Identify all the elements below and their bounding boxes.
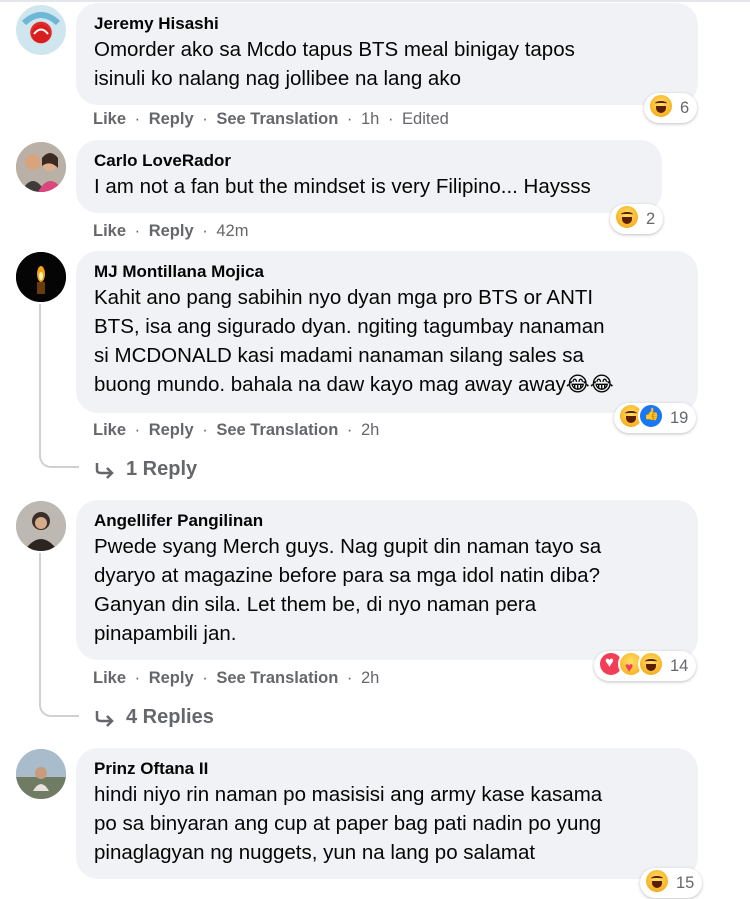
reply-arrow-icon bbox=[95, 710, 114, 727]
reaction-count: 6 bbox=[680, 98, 690, 117]
edited-label: Edited bbox=[402, 110, 449, 128]
like-button[interactable]: Like bbox=[93, 421, 126, 439]
thread-line bbox=[39, 304, 41, 454]
comment-bubble: Carlo LoveRador I am not a fan but the m… bbox=[76, 140, 662, 213]
comment-bubble: Angellifer Pangilinan Pwede syang Merch … bbox=[76, 500, 698, 660]
timestamp[interactable]: 2h bbox=[361, 669, 379, 687]
comment-line: Kahit ano pang sabihin nyo dyan mga pro … bbox=[94, 286, 594, 309]
top-divider bbox=[0, 0, 750, 2]
thread-connector bbox=[39, 454, 79, 468]
see-translation-button[interactable]: See Translation bbox=[216, 110, 338, 128]
comment-bubble: Jeremy Hisashi Omorder ako sa Mcdo tapus… bbox=[76, 3, 698, 105]
avatar[interactable] bbox=[16, 252, 66, 302]
avatar-image bbox=[16, 142, 66, 192]
comment-text: I am not a fan but the mindset is very F… bbox=[94, 172, 644, 201]
comment-bubble: Prinz Oftana II hindi niyo rin naman po … bbox=[76, 748, 698, 879]
replies-label: 4 Replies bbox=[126, 706, 214, 728]
view-replies-link[interactable]: 1 Reply bbox=[94, 458, 197, 481]
avatar[interactable] bbox=[16, 5, 66, 55]
separator: · bbox=[134, 110, 141, 128]
commenter-name[interactable]: MJ Montillana Mojica bbox=[94, 261, 680, 283]
comment-text: Kahit ano pang sabihin nyo dyan mga pro … bbox=[94, 283, 680, 399]
haha-reaction-icon bbox=[644, 867, 670, 894]
reaction-count: 2 bbox=[646, 209, 656, 228]
separator: · bbox=[202, 110, 208, 128]
haha-reaction-icon bbox=[638, 650, 664, 677]
comment-line: si MCDONALD kasi madami nanaman silang s… bbox=[94, 344, 584, 367]
comment-text: Omorder ako sa Mcdo tapus BTS meal binig… bbox=[94, 35, 680, 93]
see-translation-button[interactable]: See Translation bbox=[216, 421, 338, 439]
reaction-count: 19 bbox=[670, 408, 689, 427]
haha-reaction-icon bbox=[614, 203, 640, 230]
avatar-image bbox=[16, 749, 66, 799]
replies-label: 1 Reply bbox=[126, 458, 198, 480]
reaction-summary[interactable]: 15 bbox=[640, 867, 703, 898]
reaction-count: 14 bbox=[670, 656, 689, 675]
comment-actions: Like · Reply · 42m bbox=[93, 221, 248, 241]
comment-actions: Like · Reply · See Translation · 2h bbox=[93, 420, 379, 440]
comment-line: Ganyan din sila. Let them be, di nyo nam… bbox=[94, 593, 537, 616]
avatar-image bbox=[21, 12, 61, 43]
commenter-name[interactable]: Prinz Oftana II bbox=[94, 758, 680, 780]
comment-line: I am not a fan but the mindset is very F… bbox=[94, 175, 591, 198]
timestamp[interactable]: 2h bbox=[361, 421, 379, 439]
separator: · bbox=[387, 110, 394, 128]
comment-line: Pwede syang Merch guys. Nag gupit din na… bbox=[94, 535, 602, 558]
reply-button[interactable]: Reply bbox=[149, 110, 194, 128]
comment-line: isinuli ko nalang nag jollibee na lang a… bbox=[94, 67, 461, 90]
thread-line bbox=[39, 553, 41, 703]
like-button[interactable]: Like bbox=[93, 222, 126, 240]
avatar-image bbox=[16, 501, 66, 551]
comment-line: pinaglagyan ng nuggets, yun na lang po s… bbox=[94, 841, 536, 864]
avatar[interactable] bbox=[16, 142, 66, 192]
reaction-summary[interactable]: 2 bbox=[610, 203, 664, 234]
comment-line: po sa binyaran ang cup at paper bag pati… bbox=[94, 812, 602, 835]
reaction-summary[interactable]: 19 bbox=[614, 402, 697, 433]
haha-reaction-icon bbox=[648, 92, 674, 119]
timestamp[interactable]: 1h bbox=[361, 110, 379, 128]
reaction-summary[interactable]: 6 bbox=[644, 92, 698, 123]
comment-line: buong mundo. bahala na daw kayo mag away… bbox=[94, 373, 614, 396]
like-reaction-icon bbox=[638, 402, 664, 429]
comment-line: dyaryo at magazine before para sa mga id… bbox=[94, 564, 600, 587]
comment-actions: Like · Reply · See Translation · 1h · Ed… bbox=[93, 109, 449, 129]
thread-connector bbox=[39, 703, 79, 717]
commenter-name[interactable]: Angellifer Pangilinan bbox=[94, 510, 680, 532]
avatar[interactable] bbox=[16, 749, 66, 799]
comment-line: hindi niyo rin naman po masisisi ang arm… bbox=[94, 783, 603, 806]
reaction-summary[interactable]: 14 bbox=[594, 650, 697, 681]
separator: · bbox=[202, 669, 208, 687]
comment-actions: Like · Reply · See Translation · 2h bbox=[93, 668, 379, 688]
reaction-count: 15 bbox=[676, 873, 695, 892]
separator: · bbox=[134, 669, 141, 687]
like-button[interactable]: Like bbox=[93, 669, 126, 687]
comment-line: pinapambili jan. bbox=[94, 622, 237, 645]
reply-button[interactable]: Reply bbox=[149, 669, 194, 687]
comment-text: Pwede syang Merch guys. Nag gupit din na… bbox=[94, 532, 680, 648]
separator: · bbox=[202, 222, 208, 240]
view-replies-link[interactable]: 4 Replies bbox=[94, 706, 214, 729]
separator: · bbox=[134, 222, 141, 240]
reply-button[interactable]: Reply bbox=[149, 222, 194, 240]
separator: · bbox=[134, 421, 141, 439]
separator: · bbox=[346, 669, 353, 687]
avatar-image bbox=[16, 252, 66, 302]
reply-arrow-icon bbox=[95, 462, 114, 479]
like-button[interactable]: Like bbox=[93, 110, 126, 128]
timestamp[interactable]: 42m bbox=[216, 222, 248, 240]
commenter-name[interactable]: Carlo LoveRador bbox=[94, 150, 644, 172]
avatar[interactable] bbox=[16, 501, 66, 551]
comment-line: Omorder ako sa Mcdo tapus BTS meal binig… bbox=[94, 38, 575, 61]
see-translation-button[interactable]: See Translation bbox=[216, 669, 338, 687]
separator: · bbox=[202, 421, 208, 439]
comment-line: BTS, isa ang sigurado dyan. ngiting tagu… bbox=[94, 315, 605, 338]
separator: · bbox=[346, 421, 353, 439]
reply-button[interactable]: Reply bbox=[149, 421, 194, 439]
comment-text: hindi niyo rin naman po masisisi ang arm… bbox=[94, 780, 680, 867]
commenter-name[interactable]: Jeremy Hisashi bbox=[94, 13, 680, 35]
comment-bubble: MJ Montillana Mojica Kahit ano pang sabi… bbox=[76, 251, 698, 413]
separator: · bbox=[346, 110, 353, 128]
